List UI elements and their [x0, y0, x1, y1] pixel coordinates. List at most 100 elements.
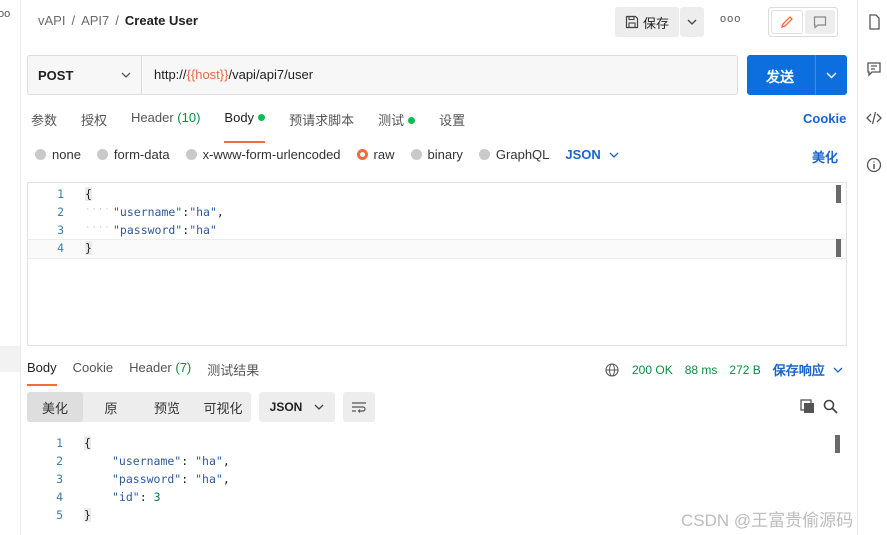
- url-prefix: http://: [154, 67, 187, 82]
- chevron-down-icon: [121, 72, 131, 78]
- info-icon[interactable]: [866, 157, 882, 173]
- breadcrumb-separator: /: [71, 13, 76, 28]
- chevron-down-icon: [687, 19, 697, 25]
- response-status: 200 OK 88 ms 272 B 保存响应: [605, 360, 843, 379]
- body-mode-group: none form-data x-www-form-urlencoded raw…: [35, 147, 635, 162]
- response-tabs: Body Cookie Header (7) 测试结果: [27, 360, 275, 386]
- code-line: "username":"ha",: [113, 205, 224, 219]
- save-button[interactable]: 保存: [615, 7, 679, 37]
- send-button[interactable]: 发送: [747, 55, 847, 95]
- code-icon[interactable]: [866, 110, 882, 126]
- tab-response-headers[interactable]: Header (7): [129, 360, 191, 379]
- view-raw[interactable]: 原: [83, 392, 139, 422]
- url-variable: {{host}}: [186, 67, 229, 82]
- document-icon[interactable]: [866, 14, 882, 30]
- wrap-icon: [352, 402, 366, 413]
- breadcrumb-workspace[interactable]: vAPI: [38, 13, 65, 28]
- chevron-down-icon: [314, 404, 324, 410]
- tab-auth[interactable]: 授权: [81, 110, 107, 134]
- code-brace: }: [84, 508, 91, 522]
- code-line: "password":"ha": [113, 223, 217, 237]
- wrap-lines-button[interactable]: [343, 392, 375, 422]
- radio-binary[interactable]: binary: [410, 147, 463, 162]
- code-line: "id": 3: [112, 490, 161, 504]
- code-brace: }: [85, 241, 92, 255]
- chevron-down-icon[interactable]: [826, 72, 837, 79]
- format-select[interactable]: JSON: [565, 147, 619, 162]
- request-tabs: 参数 授权 Header (10) Body 预请求脚本 测试 设置: [31, 110, 489, 143]
- tab-params[interactable]: 参数: [31, 110, 57, 134]
- save-response-button[interactable]: 保存响应: [773, 360, 825, 379]
- radio-none[interactable]: none: [35, 147, 81, 162]
- watermark: CSDN @王富贵偷源码: [681, 511, 854, 530]
- editor-scroll-marker: [836, 239, 841, 257]
- search-icon[interactable]: [823, 399, 838, 414]
- breadcrumb-collection[interactable]: API7: [81, 13, 109, 28]
- line-number: 1: [56, 436, 63, 450]
- line-number: 1: [57, 187, 64, 201]
- line-number: 2: [56, 454, 63, 468]
- send-label: 发送: [766, 69, 794, 85]
- response-size[interactable]: 272 B: [729, 363, 760, 377]
- tab-pre-request-script[interactable]: 预请求脚本: [289, 110, 354, 134]
- radio-form-data[interactable]: form-data: [96, 147, 170, 162]
- code-line: "username": "ha",: [112, 454, 230, 468]
- edit-mode-button[interactable]: [771, 10, 803, 34]
- response-format-select[interactable]: JSON: [259, 392, 335, 422]
- editor-scrollbar[interactable]: [836, 185, 841, 203]
- view-preview[interactable]: 预览: [139, 392, 195, 422]
- chevron-down-icon[interactable]: [833, 367, 843, 373]
- tab-tests[interactable]: 测试: [378, 110, 416, 134]
- active-line-highlight: [28, 239, 846, 259]
- status-dot: [258, 114, 266, 121]
- url-path: /vapi/api7/user: [228, 67, 314, 82]
- status-code[interactable]: 200 OK: [632, 363, 673, 377]
- sidebar-selected-row[interactable]: [0, 346, 20, 372]
- request-body-editor[interactable]: 1 2 3 4 { ···· "username":"ha", ···· "pa…: [27, 182, 847, 346]
- radio-graphql[interactable]: GraphQL: [478, 147, 549, 162]
- tab-response-body[interactable]: Body: [27, 360, 57, 386]
- cookie-link[interactable]: Cookie: [803, 111, 846, 126]
- save-label: 保存: [642, 15, 669, 31]
- response-view-group: 美化 原 预览 可视化: [27, 392, 251, 422]
- viewer-scrollbar[interactable]: [835, 435, 840, 453]
- radio-raw[interactable]: raw: [356, 147, 395, 162]
- indent-guide: ····: [85, 223, 111, 233]
- code-line: "password": "ha",: [112, 472, 230, 486]
- chevron-down-icon: [609, 152, 619, 158]
- method-select[interactable]: POST: [28, 56, 142, 94]
- mode-toggle: [768, 7, 838, 37]
- view-pretty[interactable]: 美化: [27, 392, 83, 422]
- save-dropdown-button[interactable]: [680, 7, 704, 37]
- line-number: 5: [56, 508, 63, 522]
- method-label: POST: [38, 67, 74, 83]
- beautify-link[interactable]: 美化: [812, 147, 838, 166]
- request-url-bar: POST http://{{host}}/vapi/api7/user: [27, 55, 738, 95]
- comment-mode-button[interactable]: [805, 10, 835, 34]
- tab-response-cookie[interactable]: Cookie: [73, 360, 113, 379]
- tab-test-results[interactable]: 测试结果: [207, 360, 259, 379]
- line-number: 2: [57, 205, 64, 219]
- breadcrumb: vAPI / API7 / Create User: [38, 13, 204, 28]
- globe-icon[interactable]: [605, 362, 619, 377]
- radio-urlencoded[interactable]: x-www-form-urlencoded: [185, 147, 341, 162]
- right-sidebar: [857, 0, 887, 535]
- url-input[interactable]: http://{{host}}/vapi/api7/user: [154, 67, 313, 82]
- tab-headers[interactable]: Header (10): [131, 110, 200, 134]
- pencil-icon: [780, 16, 793, 29]
- line-number: 4: [57, 241, 64, 255]
- left-sidebar-edge: oo: [0, 0, 21, 535]
- response-time[interactable]: 88 ms: [685, 363, 718, 377]
- line-number: 3: [57, 223, 64, 237]
- status-dot: [408, 117, 416, 124]
- copy-icon[interactable]: [800, 399, 815, 414]
- tab-body[interactable]: Body: [224, 110, 266, 143]
- more-icon[interactable]: oo: [0, 8, 10, 20]
- code-brace: {: [85, 187, 92, 201]
- line-number: 4: [56, 490, 63, 504]
- comment-icon[interactable]: [866, 61, 882, 77]
- view-visualize[interactable]: 可视化: [195, 392, 251, 422]
- more-options-button[interactable]: ooo: [720, 13, 741, 25]
- tab-settings[interactable]: 设置: [439, 110, 465, 134]
- request-title[interactable]: Create User: [125, 13, 198, 28]
